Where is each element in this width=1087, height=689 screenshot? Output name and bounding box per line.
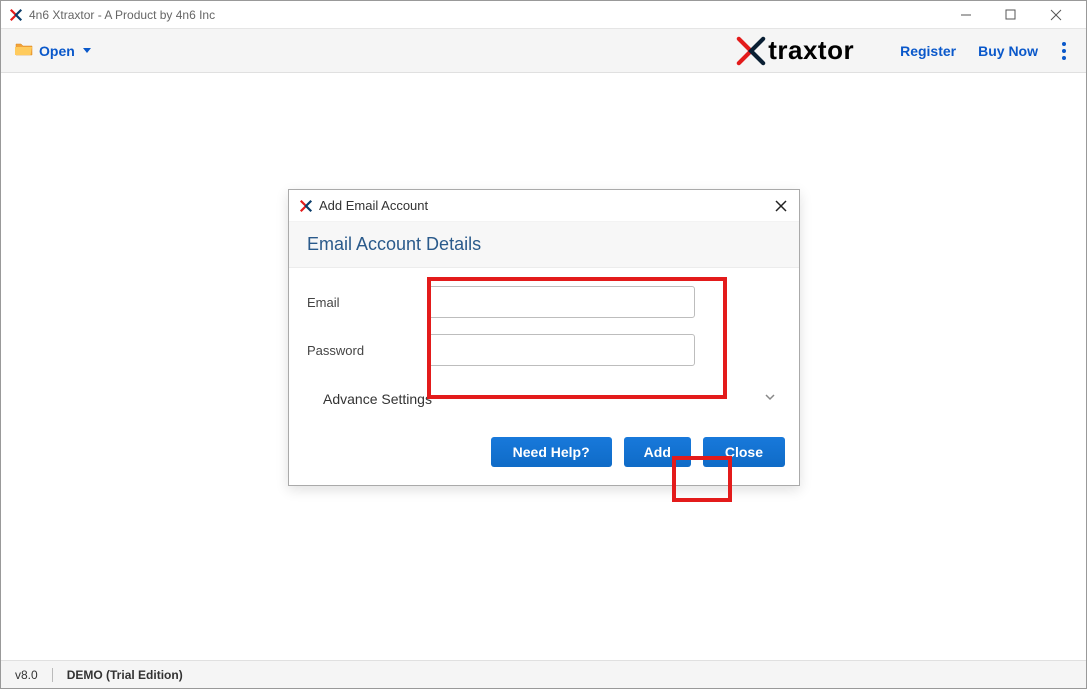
close-window-button[interactable] <box>1033 1 1078 29</box>
open-label: Open <box>39 43 75 59</box>
dialog-close-button[interactable] <box>773 198 789 214</box>
edition-label: DEMO (Trial Edition) <box>67 668 183 682</box>
chevron-down-icon <box>83 48 91 53</box>
separator <box>52 668 53 682</box>
dialog-footer: Need Help? Add Close <box>289 427 799 485</box>
email-input[interactable] <box>427 286 695 318</box>
chevron-down-icon <box>763 390 777 407</box>
advance-settings-toggle[interactable]: Advance Settings <box>307 382 781 417</box>
version-label: v8.0 <box>15 668 38 682</box>
dialog-heading: Email Account Details <box>307 234 781 255</box>
dialog-header: Email Account Details <box>289 222 799 268</box>
window-title: 4n6 Xtraxtor - A Product by 4n6 Inc <box>29 8 943 22</box>
more-menu-button[interactable] <box>1056 36 1072 66</box>
app-logo-icon <box>9 8 23 22</box>
email-label: Email <box>307 295 427 310</box>
close-button[interactable]: Close <box>703 437 785 467</box>
register-link[interactable]: Register <box>900 43 956 59</box>
open-menu-button[interactable]: Open <box>15 42 91 59</box>
add-button[interactable]: Add <box>624 437 691 467</box>
window-controls <box>943 1 1078 29</box>
brand-text: traxtor <box>768 35 854 66</box>
brand-logo: traxtor <box>736 35 854 66</box>
maximize-button[interactable] <box>988 1 1033 29</box>
dialog-titlebar: Add Email Account <box>289 190 799 222</box>
window-titlebar: 4n6 Xtraxtor - A Product by 4n6 Inc <box>1 1 1086 29</box>
password-input[interactable] <box>427 334 695 366</box>
password-label: Password <box>307 343 427 358</box>
buy-now-link[interactable]: Buy Now <box>978 43 1038 59</box>
main-toolbar: Open traxtor Register Buy Now <box>1 29 1086 73</box>
dialog-window-title: Add Email Account <box>319 198 773 213</box>
minimize-button[interactable] <box>943 1 988 29</box>
need-help-button[interactable]: Need Help? <box>491 437 612 467</box>
main-content-area: Add Email Account Email Account Details … <box>1 73 1086 660</box>
dialog-body: Email Password Advance Settings <box>289 268 799 427</box>
folder-icon <box>15 42 33 59</box>
dialog-logo-icon <box>299 199 313 213</box>
add-email-dialog: Add Email Account Email Account Details … <box>288 189 800 486</box>
advance-settings-label: Advance Settings <box>323 391 432 407</box>
status-bar: v8.0 DEMO (Trial Edition) <box>1 660 1086 688</box>
